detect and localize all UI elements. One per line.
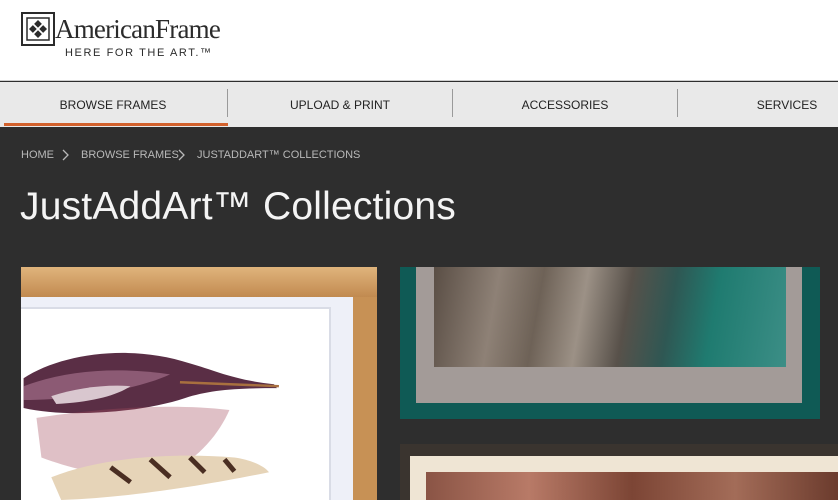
nav-item-services[interactable]: SERVICES: [678, 82, 838, 127]
coastline-photo-image: [434, 267, 786, 367]
feathers-artwork-image: [21, 307, 331, 500]
nav-item-upload-print[interactable]: UPLOAD & PRINT: [228, 82, 452, 127]
breadcrumb-browse-frames[interactable]: BROWSE FRAMES: [81, 149, 179, 161]
chevron-right-icon: [178, 149, 185, 161]
brand-tagline: HERE FOR THE ART.™: [65, 47, 213, 59]
frame-moulding: [21, 267, 377, 297]
product-card-feathers[interactable]: [21, 267, 377, 500]
chevron-right-icon: [62, 149, 69, 161]
nav-active-indicator: [4, 123, 228, 126]
framed-square-logo-icon: [21, 12, 55, 46]
main-nav: BROWSE FRAMES UPLOAD & PRINT ACCESSORIES…: [0, 82, 838, 127]
product-card-coastline[interactable]: [400, 267, 820, 419]
nav-item-browse-frames[interactable]: BROWSE FRAMES: [0, 82, 226, 127]
brand-name: AmericanFrame: [55, 14, 221, 44]
breadcrumb-current: JUSTADDART™ COLLECTIONS: [197, 149, 361, 161]
breadcrumb-home[interactable]: HOME: [21, 149, 54, 161]
copper-artwork-image: [426, 472, 838, 500]
logo[interactable]: AmericanFrame HERE FOR THE ART.™: [21, 12, 231, 62]
page-title: JustAddArt™ Collections: [20, 185, 456, 228]
product-card-copper[interactable]: [400, 444, 838, 500]
nav-item-accessories[interactable]: ACCESSORIES: [453, 82, 677, 127]
site-header: AmericanFrame HERE FOR THE ART.™: [0, 0, 838, 81]
